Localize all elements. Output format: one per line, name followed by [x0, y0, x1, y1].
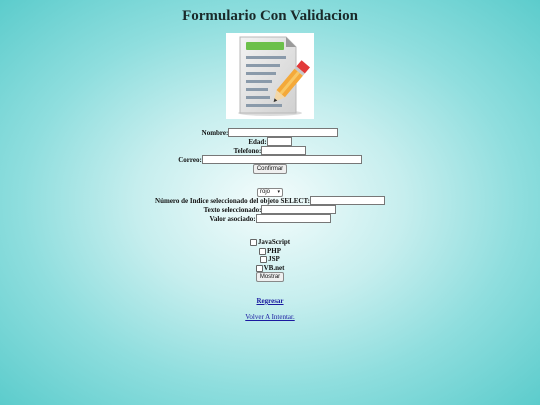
telefono-row: Telefono:: [0, 146, 540, 155]
valor-input[interactable]: [255, 214, 331, 223]
vbnet-checkbox[interactable]: [255, 264, 263, 272]
checkbox-label: JSP: [268, 255, 280, 264]
jsp-checkbox[interactable]: [260, 255, 268, 263]
checkbox-row-jsp: JSP: [0, 255, 540, 263]
document-pencil-icon: [226, 33, 314, 119]
page-title: Formulario Con Validacion: [182, 8, 358, 24]
confirmar-button[interactable]: Confirmar: [252, 164, 288, 174]
checkbox-row-javascript: JavaScript: [0, 238, 540, 246]
edad-input[interactable]: [266, 137, 292, 146]
indice-row: Número de Indice seleccionado del objeto…: [0, 196, 540, 205]
nombre-input[interactable]: [228, 128, 339, 137]
texto-row: Texto seleccionado:: [0, 205, 540, 214]
volver-link[interactable]: Volver A Intentar.: [245, 313, 294, 321]
correo-label: Correo:: [178, 155, 202, 164]
javascript-checkbox[interactable]: [249, 238, 257, 246]
select-value: rojo: [260, 189, 271, 195]
indice-label: Número de Indice seleccionado del objeto…: [155, 196, 310, 205]
correo-row: Correo:: [0, 155, 540, 164]
edad-row: Edad:: [0, 137, 540, 146]
chevron-down-icon: ▾: [277, 189, 280, 195]
telefono-input[interactable]: [261, 146, 307, 155]
regresar-row: Regresar: [0, 297, 540, 305]
nombre-row: Nombre:: [0, 128, 540, 137]
mostrar-button[interactable]: Mostrar: [255, 272, 285, 282]
page: Formulario Con Validacion Nombre: Edad: …: [0, 0, 540, 405]
nombre-label: Nombre:: [201, 128, 229, 137]
edad-label: Edad:: [248, 137, 267, 146]
regresar-link[interactable]: Regresar: [256, 297, 283, 305]
telefono-label: Telefono:: [233, 146, 262, 155]
confirm-row: Confirmar: [0, 164, 540, 174]
correo-input[interactable]: [201, 155, 362, 164]
valor-label: Valor asociado:: [209, 214, 256, 223]
valor-row: Valor asociado:: [0, 214, 540, 223]
texto-label: Texto seleccionado:: [203, 205, 262, 214]
checkbox-label: JavaScript: [257, 238, 291, 247]
php-checkbox[interactable]: [259, 247, 266, 255]
mostrar-row: Mostrar: [0, 272, 540, 282]
indice-input[interactable]: [309, 196, 385, 205]
volver-row: Volver A Intentar.: [0, 313, 540, 321]
texto-input[interactable]: [261, 205, 337, 214]
